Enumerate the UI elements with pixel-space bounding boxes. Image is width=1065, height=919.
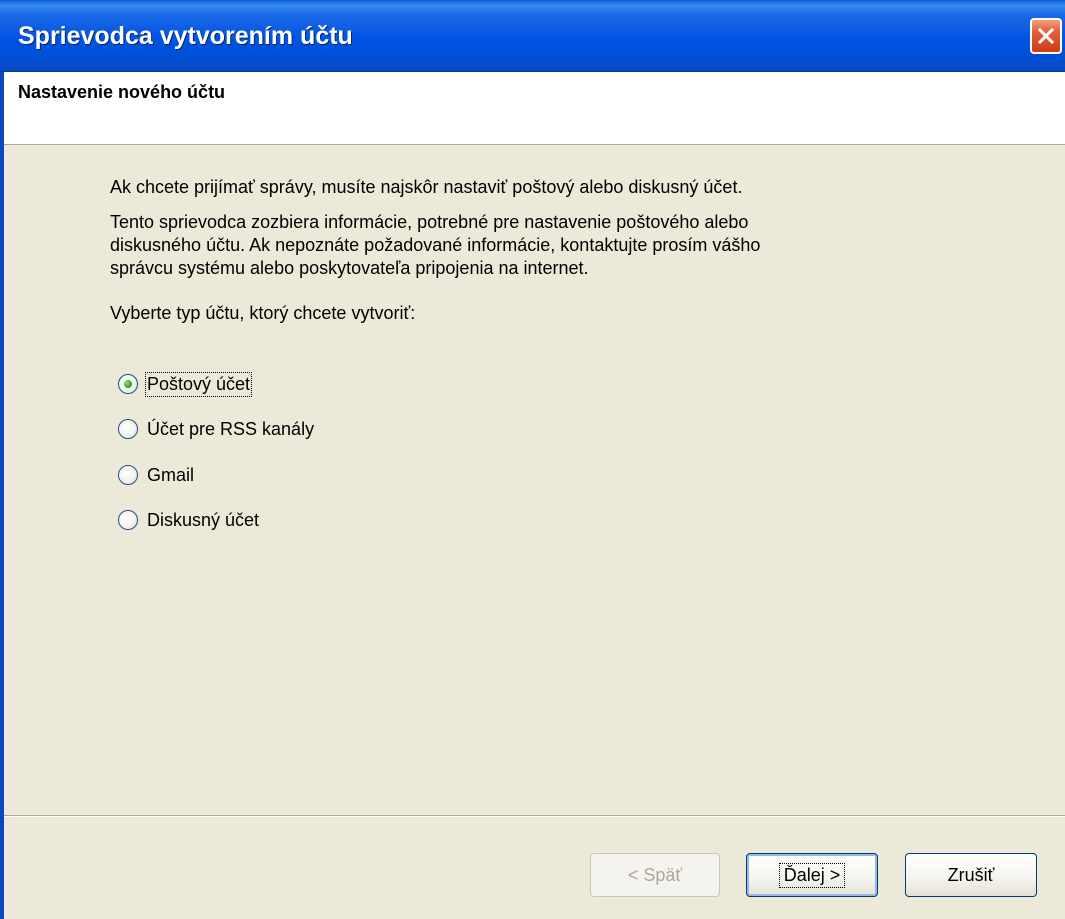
radio-mail-account[interactable]: Poštový účet: [118, 370, 253, 398]
close-icon: [1037, 27, 1055, 45]
title-bar[interactable]: Sprievodca vytvorením účtu: [0, 0, 1065, 72]
radio-label-mail-account[interactable]: Poštový účet: [144, 371, 253, 397]
cancel-button-label: Zrušiť: [947, 864, 995, 885]
wizard-window: Sprievodca vytvorením účtu Nastavenie no…: [0, 0, 1065, 919]
next-button[interactable]: Ďalej >: [746, 853, 878, 897]
radio-label-rss-account[interactable]: Účet pre RSS kanály: [147, 419, 314, 440]
radio-button[interactable]: [118, 510, 138, 530]
close-button[interactable]: [1030, 18, 1062, 54]
radio-button-checked[interactable]: [118, 374, 138, 394]
back-button[interactable]: < Späť: [590, 853, 720, 897]
instructions-line-3: správcu systému alebo poskytovateľa prip…: [110, 258, 589, 278]
radio-newsgroup-account[interactable]: Diskusný účet: [118, 506, 259, 534]
radio-label-gmail[interactable]: Gmail: [147, 465, 194, 486]
radio-gmail[interactable]: Gmail: [118, 461, 194, 489]
instructions-line-2: diskusného účtu. Ak nepoznáte požadované…: [110, 235, 761, 255]
window-border: [0, 72, 4, 919]
back-button-label: < Späť: [627, 864, 683, 885]
radio-label-newsgroup-account[interactable]: Diskusný účet: [147, 510, 259, 531]
wizard-header: Nastavenie nového účtu: [0, 72, 1065, 145]
radio-button[interactable]: [118, 419, 138, 439]
cancel-button[interactable]: Zrušiť: [905, 853, 1037, 897]
page-title: Nastavenie nového účtu: [18, 82, 226, 102]
window-title: Sprievodca vytvorením účtu: [18, 22, 353, 50]
radio-button[interactable]: [118, 465, 138, 485]
next-button-label: Ďalej >: [778, 862, 846, 888]
radio-rss-account[interactable]: Účet pre RSS kanály: [118, 415, 314, 443]
instructions-line-1: Tento sprievodca zozbiera informácie, po…: [110, 212, 749, 232]
button-separator: [4, 815, 1065, 817]
intro-text: Ak chcete prijímať správy, musíte najskô…: [110, 177, 743, 197]
account-type-prompt: Vyberte typ účtu, ktorý chcete vytvoriť:: [110, 303, 416, 323]
